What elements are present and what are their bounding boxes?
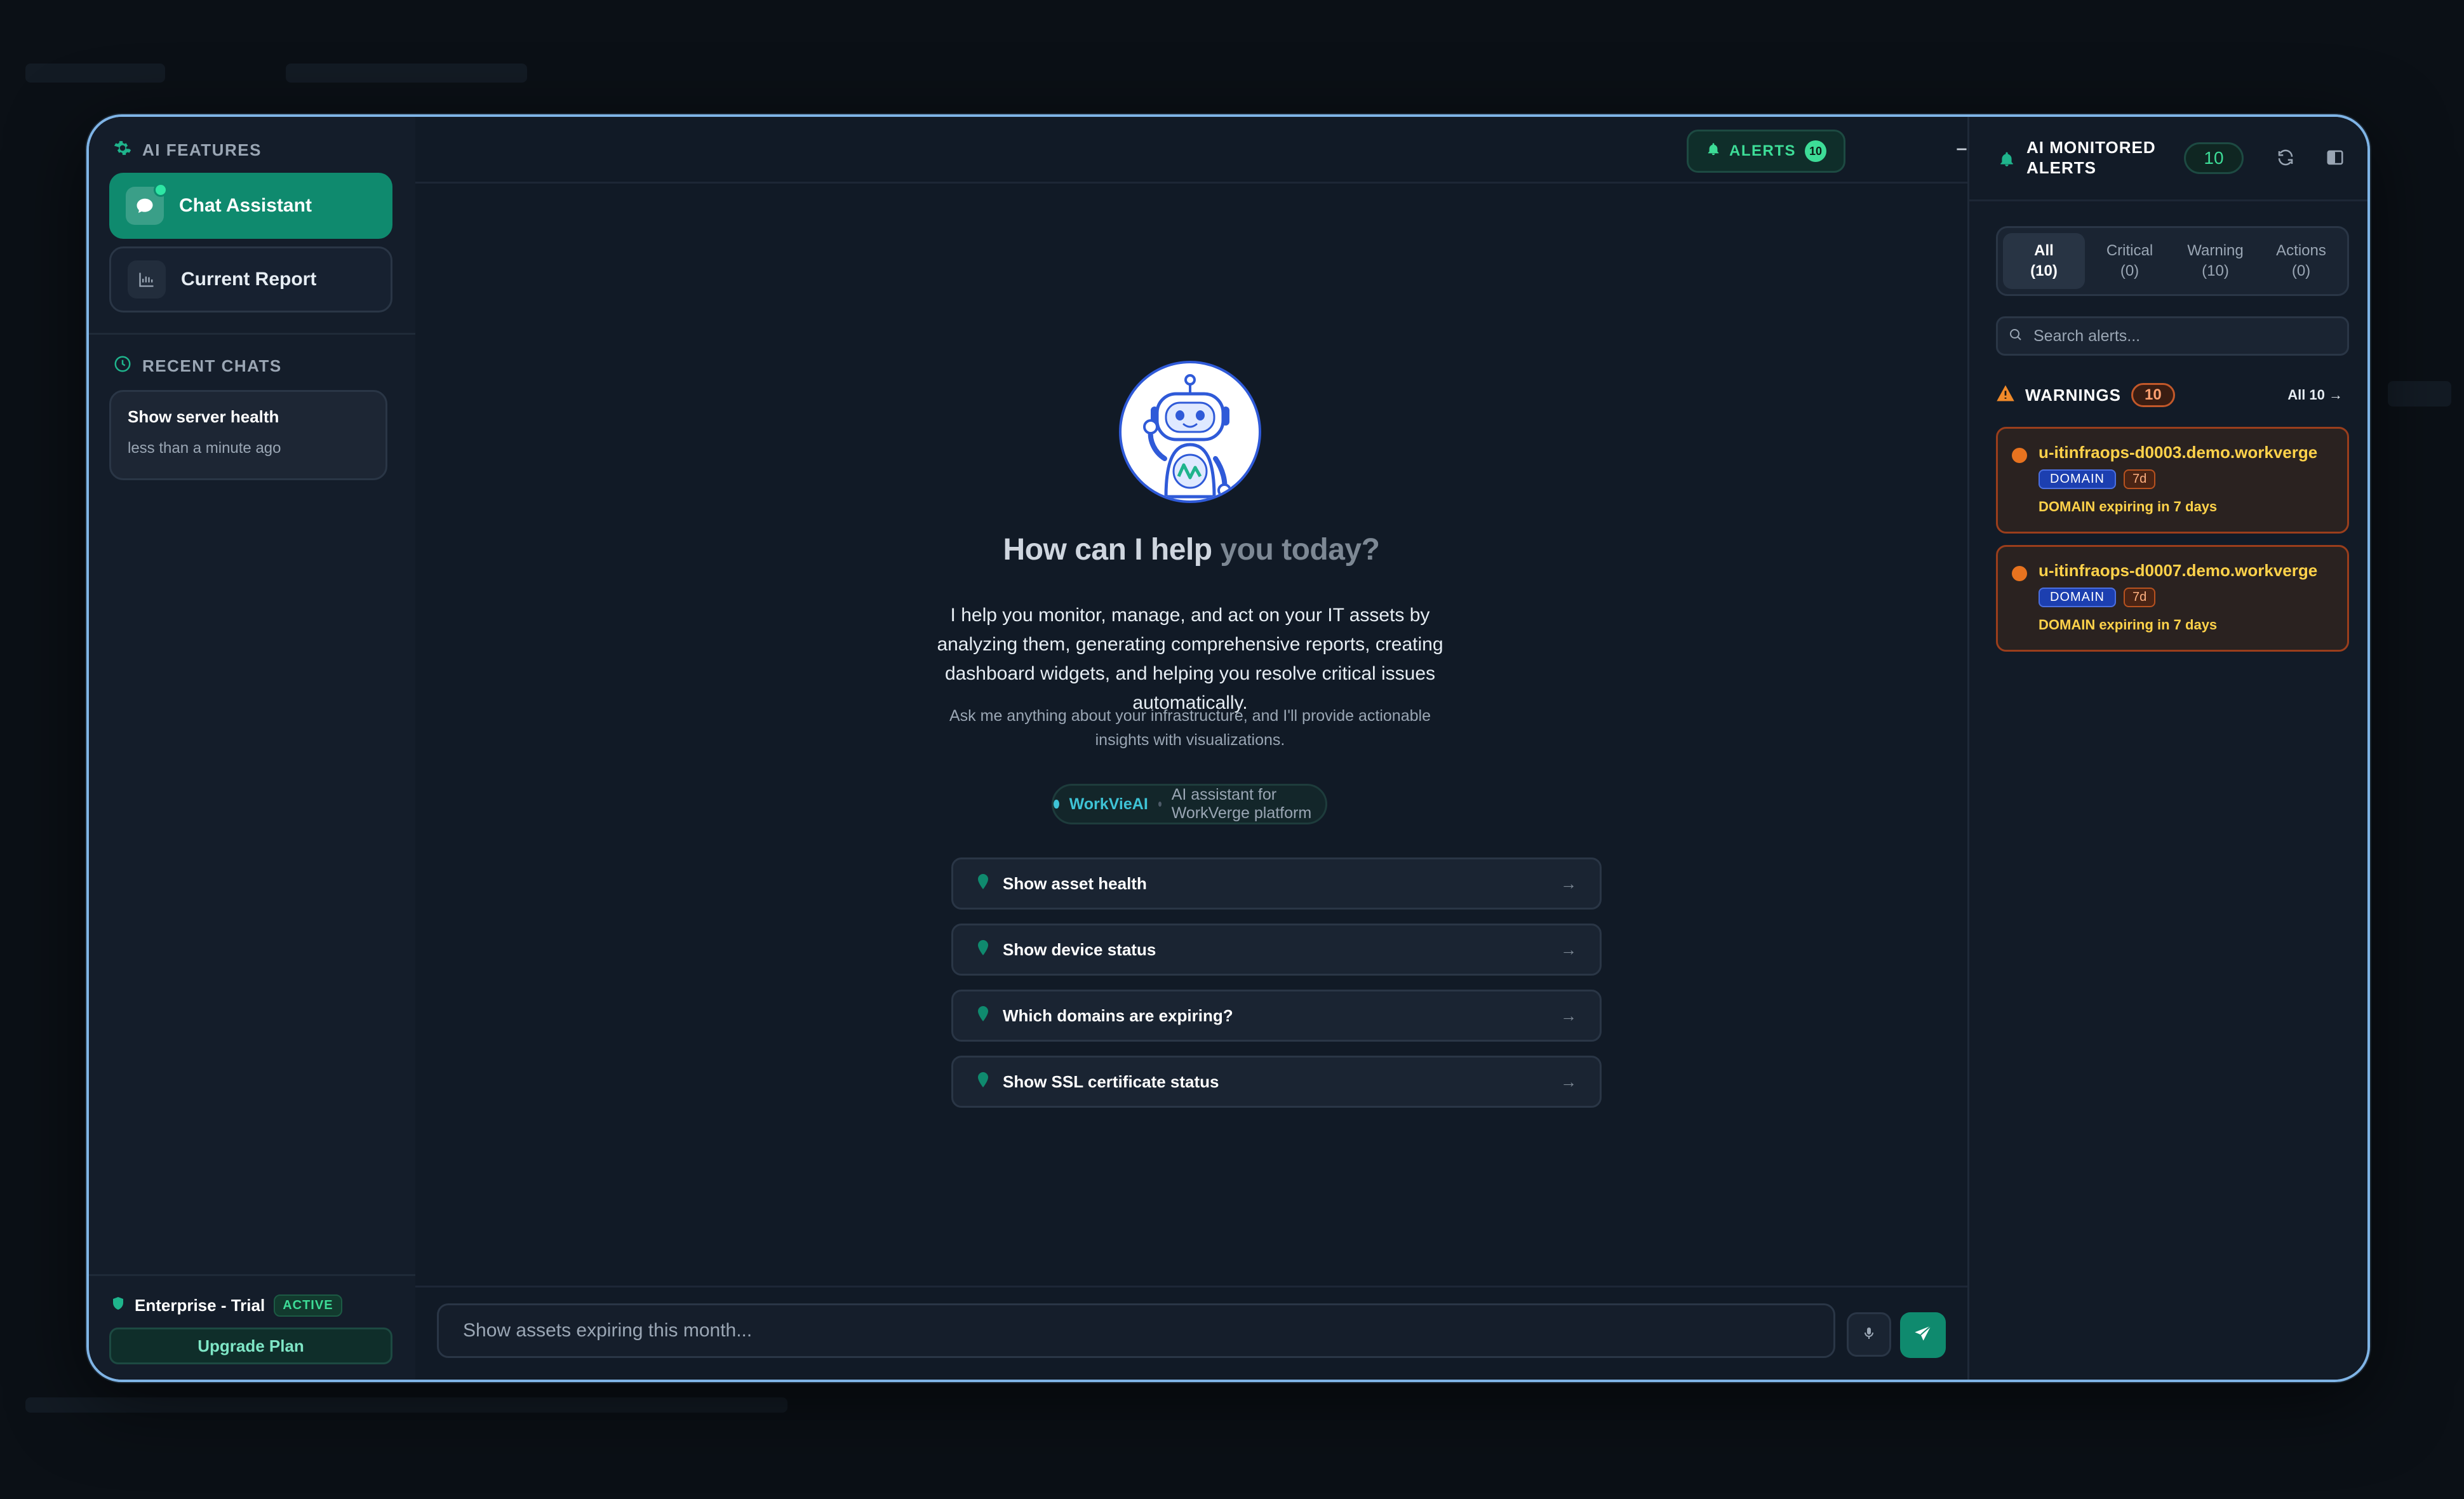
refresh-icon: [2276, 148, 2295, 170]
alert-item[interactable]: u-itinfraops-d0007.demo.workverge DOMAIN…: [1996, 545, 2349, 652]
chat-assistant-button[interactable]: Chat Assistant: [109, 173, 392, 239]
panel-toggle-button[interactable]: [2322, 146, 2348, 171]
warning-triangle-icon: [1996, 384, 2015, 407]
arrow-right-icon: →: [1560, 939, 1577, 959]
sidebar: AI FEATURES Chat Assistant Current Repor…: [89, 117, 417, 1380]
warnings-label: WARNINGS: [2025, 385, 2121, 405]
warnings-section-header: WARNINGS 10 All 10 →: [1996, 381, 2349, 409]
welcome-description: I help you monitor, manage, and act on y…: [937, 605, 1443, 713]
suggestion-asset-health[interactable]: Show asset health →: [951, 857, 1602, 910]
alert-search-box: [1996, 316, 2349, 356]
microphone-icon: [1861, 1326, 1877, 1344]
composer-divider: [415, 1286, 1967, 1287]
robot-avatar: [1119, 361, 1261, 503]
alert-name: u-itinfraops-d0003.demo.workverge: [2039, 443, 2318, 462]
tab-actions[interactable]: Actions (0): [2260, 233, 2342, 289]
arrow-right-icon: →: [1560, 873, 1577, 893]
suggestion-device-status[interactable]: Show device status →: [951, 924, 1602, 976]
tab-all[interactable]: All (10): [2003, 233, 2085, 289]
alert-type-tag: DOMAIN: [2039, 469, 2116, 489]
pin-icon: [977, 1005, 989, 1026]
pin-icon: [977, 873, 989, 894]
alert-tags: DOMAIN 7d: [2039, 588, 2156, 607]
recent-chat-title: Show server health: [128, 407, 279, 426]
alerts-toggle-button[interactable]: ALERTS 10: [1687, 130, 1845, 173]
alert-type-tag: DOMAIN: [2039, 588, 2116, 607]
recent-chat-item[interactable]: Show server health less than a minute ag…: [109, 390, 387, 480]
suggestion-expiring-domains[interactable]: Which domains are expiring? →: [951, 990, 1602, 1042]
current-report-button[interactable]: Current Report: [109, 246, 392, 313]
shield-icon: [110, 1296, 126, 1315]
pin-icon: [977, 939, 989, 960]
pin-icon: [977, 1072, 989, 1092]
arrow-right-icon: →: [1560, 1005, 1577, 1025]
chat-input[interactable]: [437, 1303, 1835, 1358]
alert-search-input[interactable]: [2032, 326, 2340, 346]
alerts-count-badge: 10: [1805, 140, 1826, 162]
alerts-panel-count: 10: [2184, 142, 2244, 174]
warning-status-dot: [2012, 448, 2027, 463]
alert-filter-tabs: All (10) Critical (0) Warning (10) Actio…: [1996, 226, 2349, 296]
bell-icon: [1706, 142, 1720, 161]
online-indicator: [154, 183, 168, 197]
alert-name: u-itinfraops-d0007.demo.workverge: [2039, 561, 2318, 580]
main-header: ALERTS 10: [415, 117, 2015, 184]
alert-message: DOMAIN expiring in 7 days: [2039, 499, 2218, 514]
voice-input-button[interactable]: [1847, 1312, 1891, 1357]
plan-name: Enterprise - Trial: [135, 1296, 265, 1315]
gear-icon: [113, 138, 132, 162]
bell-icon: [1999, 151, 2015, 171]
clock-icon: [113, 354, 132, 378]
welcome-subtitle: Ask me anything about your infrastructur…: [949, 707, 1431, 749]
ai-assistant-modal: AI FEATURES Chat Assistant Current Repor…: [86, 114, 2370, 1382]
view-all-link[interactable]: All 10 →: [2287, 387, 2343, 403]
brand-pill: WorkVieAI AI assistant for WorkVerge pla…: [1052, 784, 1327, 824]
ai-features-heading: AI FEATURES: [113, 138, 262, 162]
suggestion-ssl-status[interactable]: Show SSL certificate status →: [951, 1056, 1602, 1108]
sidebar-panel-icon: [2326, 148, 2345, 170]
tab-warning[interactable]: Warning (10): [2174, 233, 2256, 289]
alerts-panel-title: AI MONITORED ALERTS: [2026, 138, 2156, 177]
search-icon: [2008, 327, 2023, 346]
send-button[interactable]: [1900, 1312, 1946, 1358]
alert-days-tag: 7d: [2124, 588, 2156, 607]
alert-message: DOMAIN expiring in 7 days: [2039, 617, 2218, 633]
welcome-title: How can I help you today?: [1003, 533, 1380, 567]
alerts-panel: AI MONITORED ALERTS 10 All (10) Critical…: [1967, 117, 2367, 1380]
tab-critical[interactable]: Critical (0): [2089, 233, 2171, 289]
brand-dot: [1054, 800, 1059, 809]
brand-tagline: AI assistant for WorkVerge platform: [1171, 786, 1312, 822]
refresh-button[interactable]: [2273, 146, 2298, 171]
arrow-right-icon: →: [1560, 1072, 1577, 1091]
alert-days-tag: 7d: [2124, 469, 2156, 489]
plan-info: Enterprise - Trial ACTIVE: [110, 1294, 342, 1317]
plan-status-badge: ACTIVE: [274, 1294, 342, 1317]
recent-chats-heading: RECENT CHATS: [113, 354, 282, 378]
bar-chart-icon: [128, 260, 166, 299]
recent-chat-time: less than a minute ago: [128, 440, 281, 457]
alerts-panel-header: AI MONITORED ALERTS 10: [1969, 117, 2367, 201]
chat-main: ALERTS 10 How can I help you today? I he…: [415, 117, 2015, 1380]
warnings-count-badge: 10: [2131, 383, 2175, 407]
brand-name: WorkVieAI: [1069, 795, 1148, 813]
sidebar-footer-divider: [89, 1274, 415, 1276]
send-icon: [1913, 1324, 1933, 1347]
separator-dot: [1158, 802, 1162, 807]
chat-bubble-icon: [126, 183, 168, 225]
alert-tags: DOMAIN 7d: [2039, 469, 2156, 489]
upgrade-plan-button[interactable]: Upgrade Plan: [109, 1328, 392, 1364]
alert-item[interactable]: u-itinfraops-d0003.demo.workverge DOMAIN…: [1996, 427, 2349, 534]
sidebar-divider: [89, 333, 415, 335]
warning-status-dot: [2012, 566, 2027, 581]
